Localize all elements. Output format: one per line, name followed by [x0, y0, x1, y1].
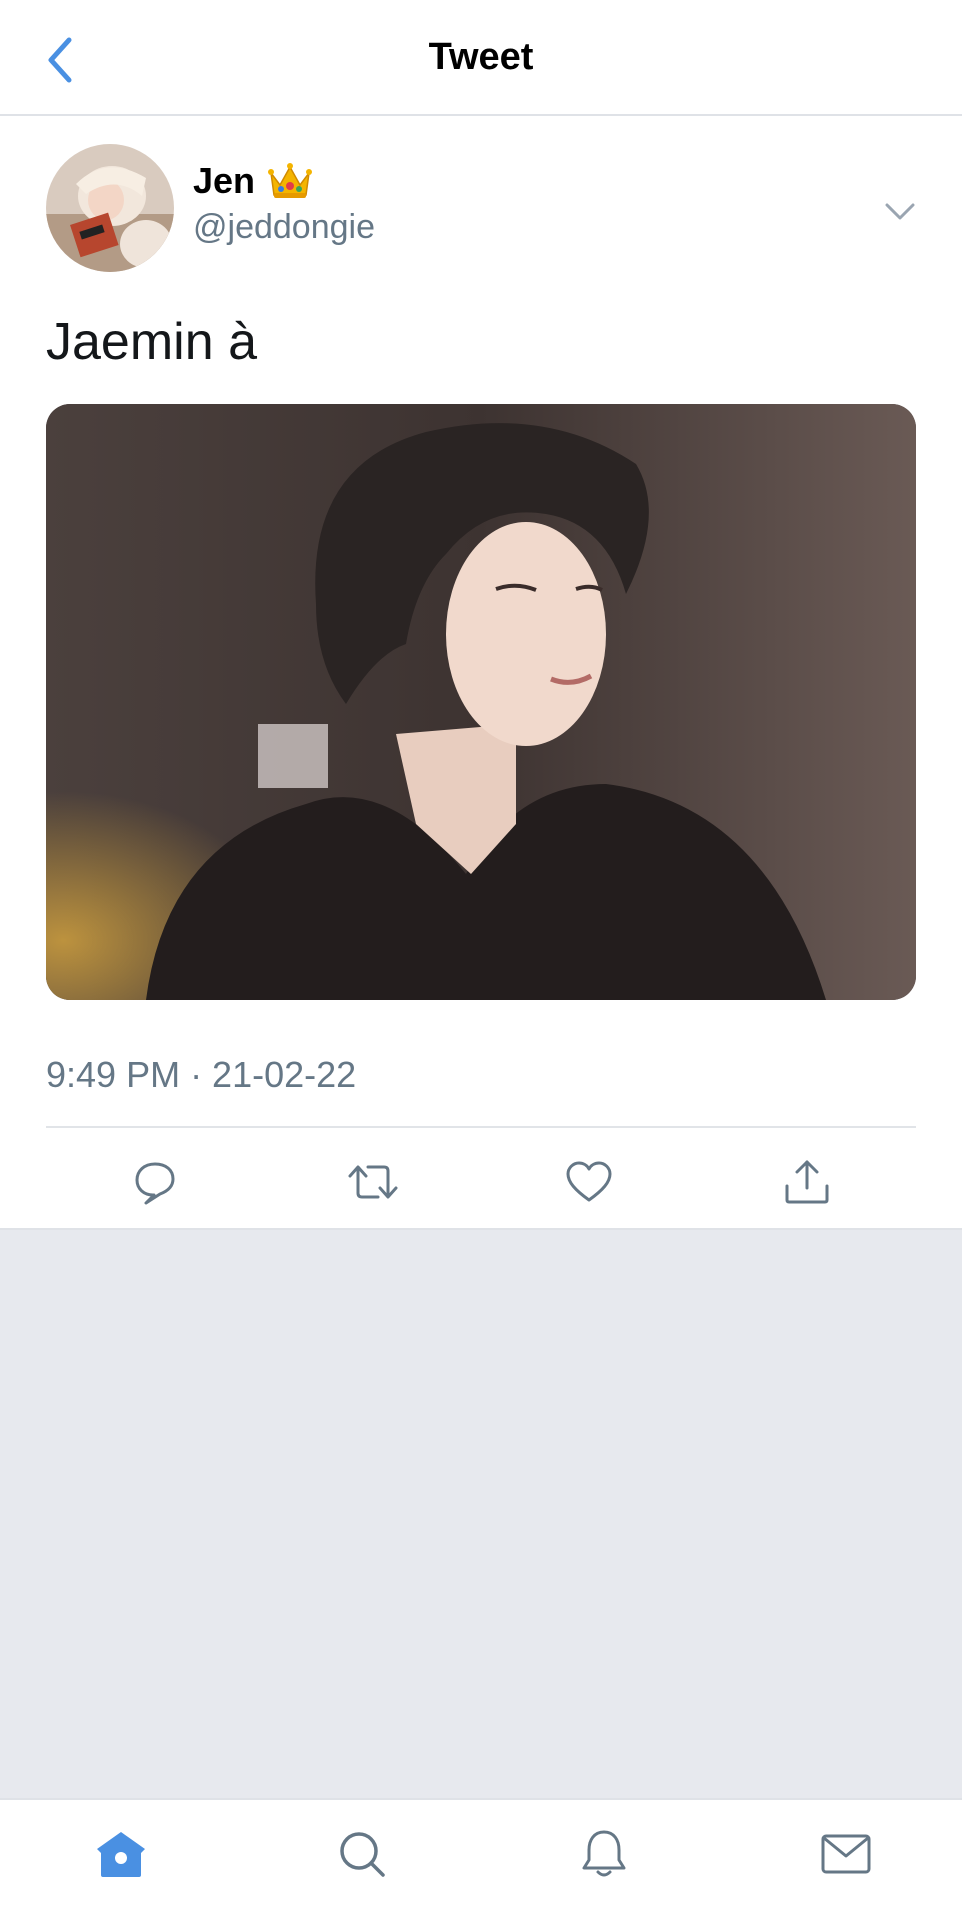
reply-icon	[135, 1162, 175, 1205]
notifications-icon	[582, 1830, 626, 1877]
page-title: Tweet	[428, 35, 534, 78]
author-handle[interactable]: @jeddongie	[193, 208, 375, 247]
tweet-text: Jaemin à	[46, 313, 257, 371]
tab-home[interactable]	[89, 1822, 153, 1886]
retweet-button[interactable]	[343, 1152, 403, 1212]
share-icon	[785, 1160, 829, 1204]
crown-icon	[267, 161, 313, 201]
tweet-timestamp: 9:49 PM · 21-02-22	[46, 1054, 357, 1095]
tweet-detail: Jen @jeddongie Jaemin à 9:49 PM · 21-02-…	[0, 116, 962, 1230]
author-name-text: Jen	[193, 160, 256, 201]
bottom-tab-bar	[0, 1798, 962, 1922]
tab-notifications[interactable]	[572, 1822, 636, 1886]
tab-search[interactable]	[330, 1822, 394, 1886]
tweet-options-button[interactable]	[880, 192, 920, 232]
author-name[interactable]: Jen	[193, 160, 313, 202]
avatar[interactable]	[46, 144, 174, 272]
retweet-icon	[348, 1165, 398, 1199]
share-button[interactable]	[777, 1152, 837, 1212]
like-icon	[566, 1161, 612, 1202]
home-icon	[97, 1832, 145, 1877]
like-button[interactable]	[559, 1152, 619, 1212]
messages-icon	[821, 1834, 871, 1874]
top-navigation-bar: Tweet	[0, 0, 962, 116]
search-icon	[340, 1832, 385, 1877]
reply-button[interactable]	[125, 1152, 185, 1212]
divider	[46, 1126, 916, 1128]
tweet-media[interactable]	[46, 404, 916, 1000]
tab-messages[interactable]	[814, 1822, 878, 1886]
chevron-down-icon	[885, 203, 915, 220]
